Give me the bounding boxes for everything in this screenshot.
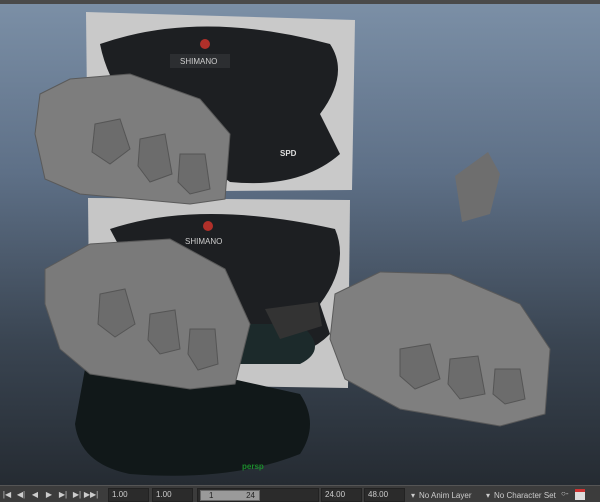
anim-layer-label: No Anim Layer: [419, 490, 472, 500]
go-to-start-button[interactable]: |◀: [0, 487, 14, 501]
character-set-dropdown[interactable]: ▾ No Character Set: [484, 488, 559, 502]
logo-shimano: SHIMANO: [180, 57, 217, 66]
start-time-field[interactable]: 1.00: [108, 488, 149, 502]
playback-controls: |◀ ◀| ◀ ▶ ▶| ▶| ▶▶|: [0, 487, 98, 501]
play-forward-button[interactable]: ▶: [42, 487, 56, 501]
play-back-button[interactable]: ◀: [28, 487, 42, 501]
range-slider-handle[interactable]: 1 24: [200, 490, 260, 501]
range-slider[interactable]: 1 24: [197, 488, 319, 502]
svg-text:SHIMANO: SHIMANO: [185, 237, 222, 246]
gray-mesh-4: [455, 152, 500, 222]
viewport-persp[interactable]: SHIMANO SPD SHIMANO persp: [0, 4, 600, 485]
chevron-down-icon: ▾: [486, 490, 491, 500]
range-start: 1: [209, 491, 214, 500]
chevron-down-icon: ▾: [411, 490, 416, 500]
range-end: 24: [246, 491, 255, 500]
playback-start-field[interactable]: 1.00: [152, 488, 193, 502]
time-range-bar: |◀ ◀| ◀ ▶ ▶| ▶| ▶▶| 1.00 1.00 1 24 24.00…: [0, 485, 600, 502]
key-icon[interactable]: ○-: [561, 489, 569, 498]
scene: SHIMANO SPD SHIMANO: [34, 12, 551, 476]
character-set-label: No Character Set: [494, 490, 556, 500]
go-to-end-button[interactable]: ▶▶|: [84, 487, 98, 501]
next-key-button[interactable]: ▶|: [70, 487, 84, 501]
end-time-field[interactable]: 48.00: [364, 488, 405, 502]
step-forward-button[interactable]: ▶|: [56, 487, 70, 501]
step-back-button[interactable]: ◀|: [14, 487, 28, 501]
camera-label: persp: [242, 462, 264, 471]
logo-spd: SPD: [280, 149, 297, 158]
preferences-icon[interactable]: [575, 489, 585, 500]
gray-mesh-3: [329, 271, 551, 427]
anim-layer-dropdown[interactable]: ▾ No Anim Layer: [409, 488, 484, 502]
playback-end-field[interactable]: 24.00: [321, 488, 362, 502]
